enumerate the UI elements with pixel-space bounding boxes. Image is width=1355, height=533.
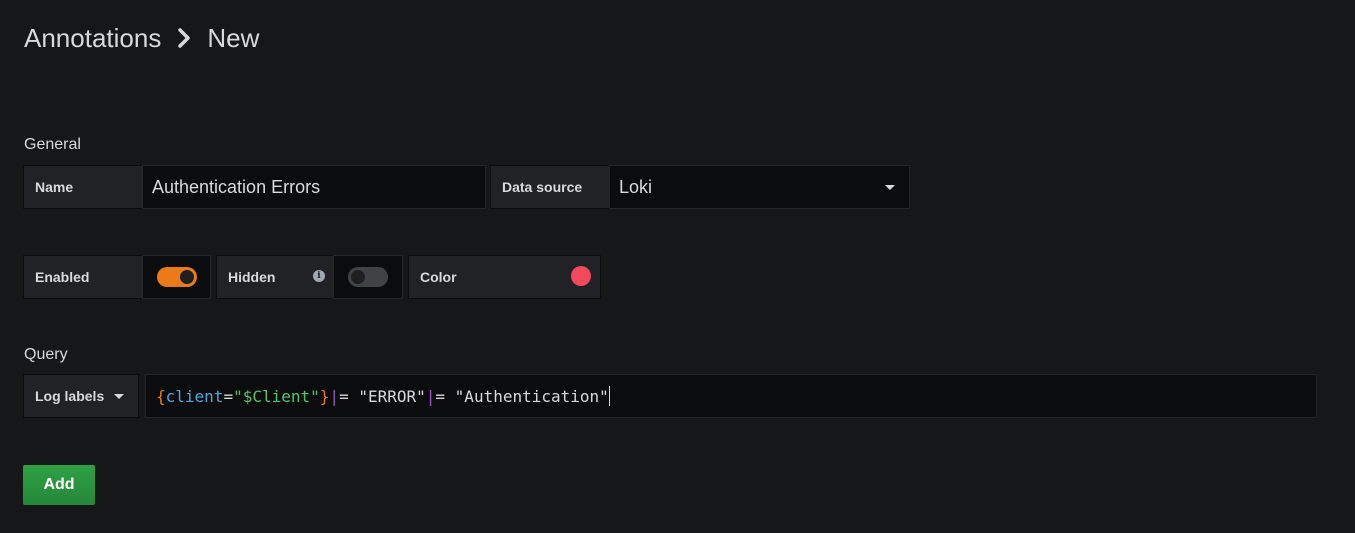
datasource-value: Loki	[619, 176, 653, 197]
caret-down-icon	[114, 393, 125, 399]
enabled-switch-container	[142, 255, 211, 299]
breadcrumb-parent[interactable]: Annotations	[24, 23, 161, 54]
hidden-toggle[interactable]	[348, 267, 388, 287]
query-section-label: Query	[24, 346, 68, 363]
hidden-switch-container	[333, 255, 403, 299]
hidden-field-label: Hidden i	[216, 255, 334, 299]
query-close-brace: }	[319, 386, 330, 406]
query-filter-op: =	[435, 386, 455, 406]
query-mode-select[interactable]: Log labels	[23, 374, 139, 418]
annotation-editor: Annotations New General Name Authenticat…	[0, 0, 1355, 533]
query-equals: =	[223, 386, 234, 406]
query-label-value: "$Client"	[233, 386, 320, 406]
add-button[interactable]: Add	[23, 465, 95, 505]
text-cursor	[608, 386, 610, 406]
breadcrumb: Annotations New	[24, 22, 259, 54]
name-input[interactable]: Authentication Errors	[142, 165, 486, 209]
color-label-text: Color	[420, 269, 457, 285]
query-editor[interactable]: {client = "$Client"} | = "ERROR" | = "Authen…	[145, 374, 1317, 418]
caret-down-icon	[885, 184, 895, 190]
query-open-brace: {	[156, 386, 166, 406]
datasource-select[interactable]: Loki	[609, 165, 910, 209]
toggle-knob	[179, 270, 194, 284]
query-filter-string: "Authentication"	[454, 386, 609, 406]
info-circle-icon[interactable]: i	[313, 270, 325, 282]
query-filter-op: =	[339, 386, 359, 406]
query-mode-label: Log labels	[35, 388, 105, 404]
query-label-key: client	[165, 386, 224, 406]
enabled-field-label: Enabled	[23, 255, 143, 299]
hidden-label-text: Hidden	[228, 269, 276, 285]
color-picker-swatch[interactable]	[571, 266, 591, 286]
chevron-right-icon	[161, 22, 207, 54]
datasource-field-label: Data source	[490, 165, 610, 209]
breadcrumb-current: New	[207, 22, 260, 53]
query-pipe-operator: |	[329, 386, 340, 406]
enabled-toggle[interactable]	[156, 267, 197, 287]
toggle-knob	[351, 270, 365, 284]
general-section-label: General	[24, 136, 81, 153]
query-pipe-operator: |	[425, 386, 436, 406]
query-filter-string: "ERROR"	[358, 386, 426, 406]
name-field-label: Name	[23, 165, 143, 209]
